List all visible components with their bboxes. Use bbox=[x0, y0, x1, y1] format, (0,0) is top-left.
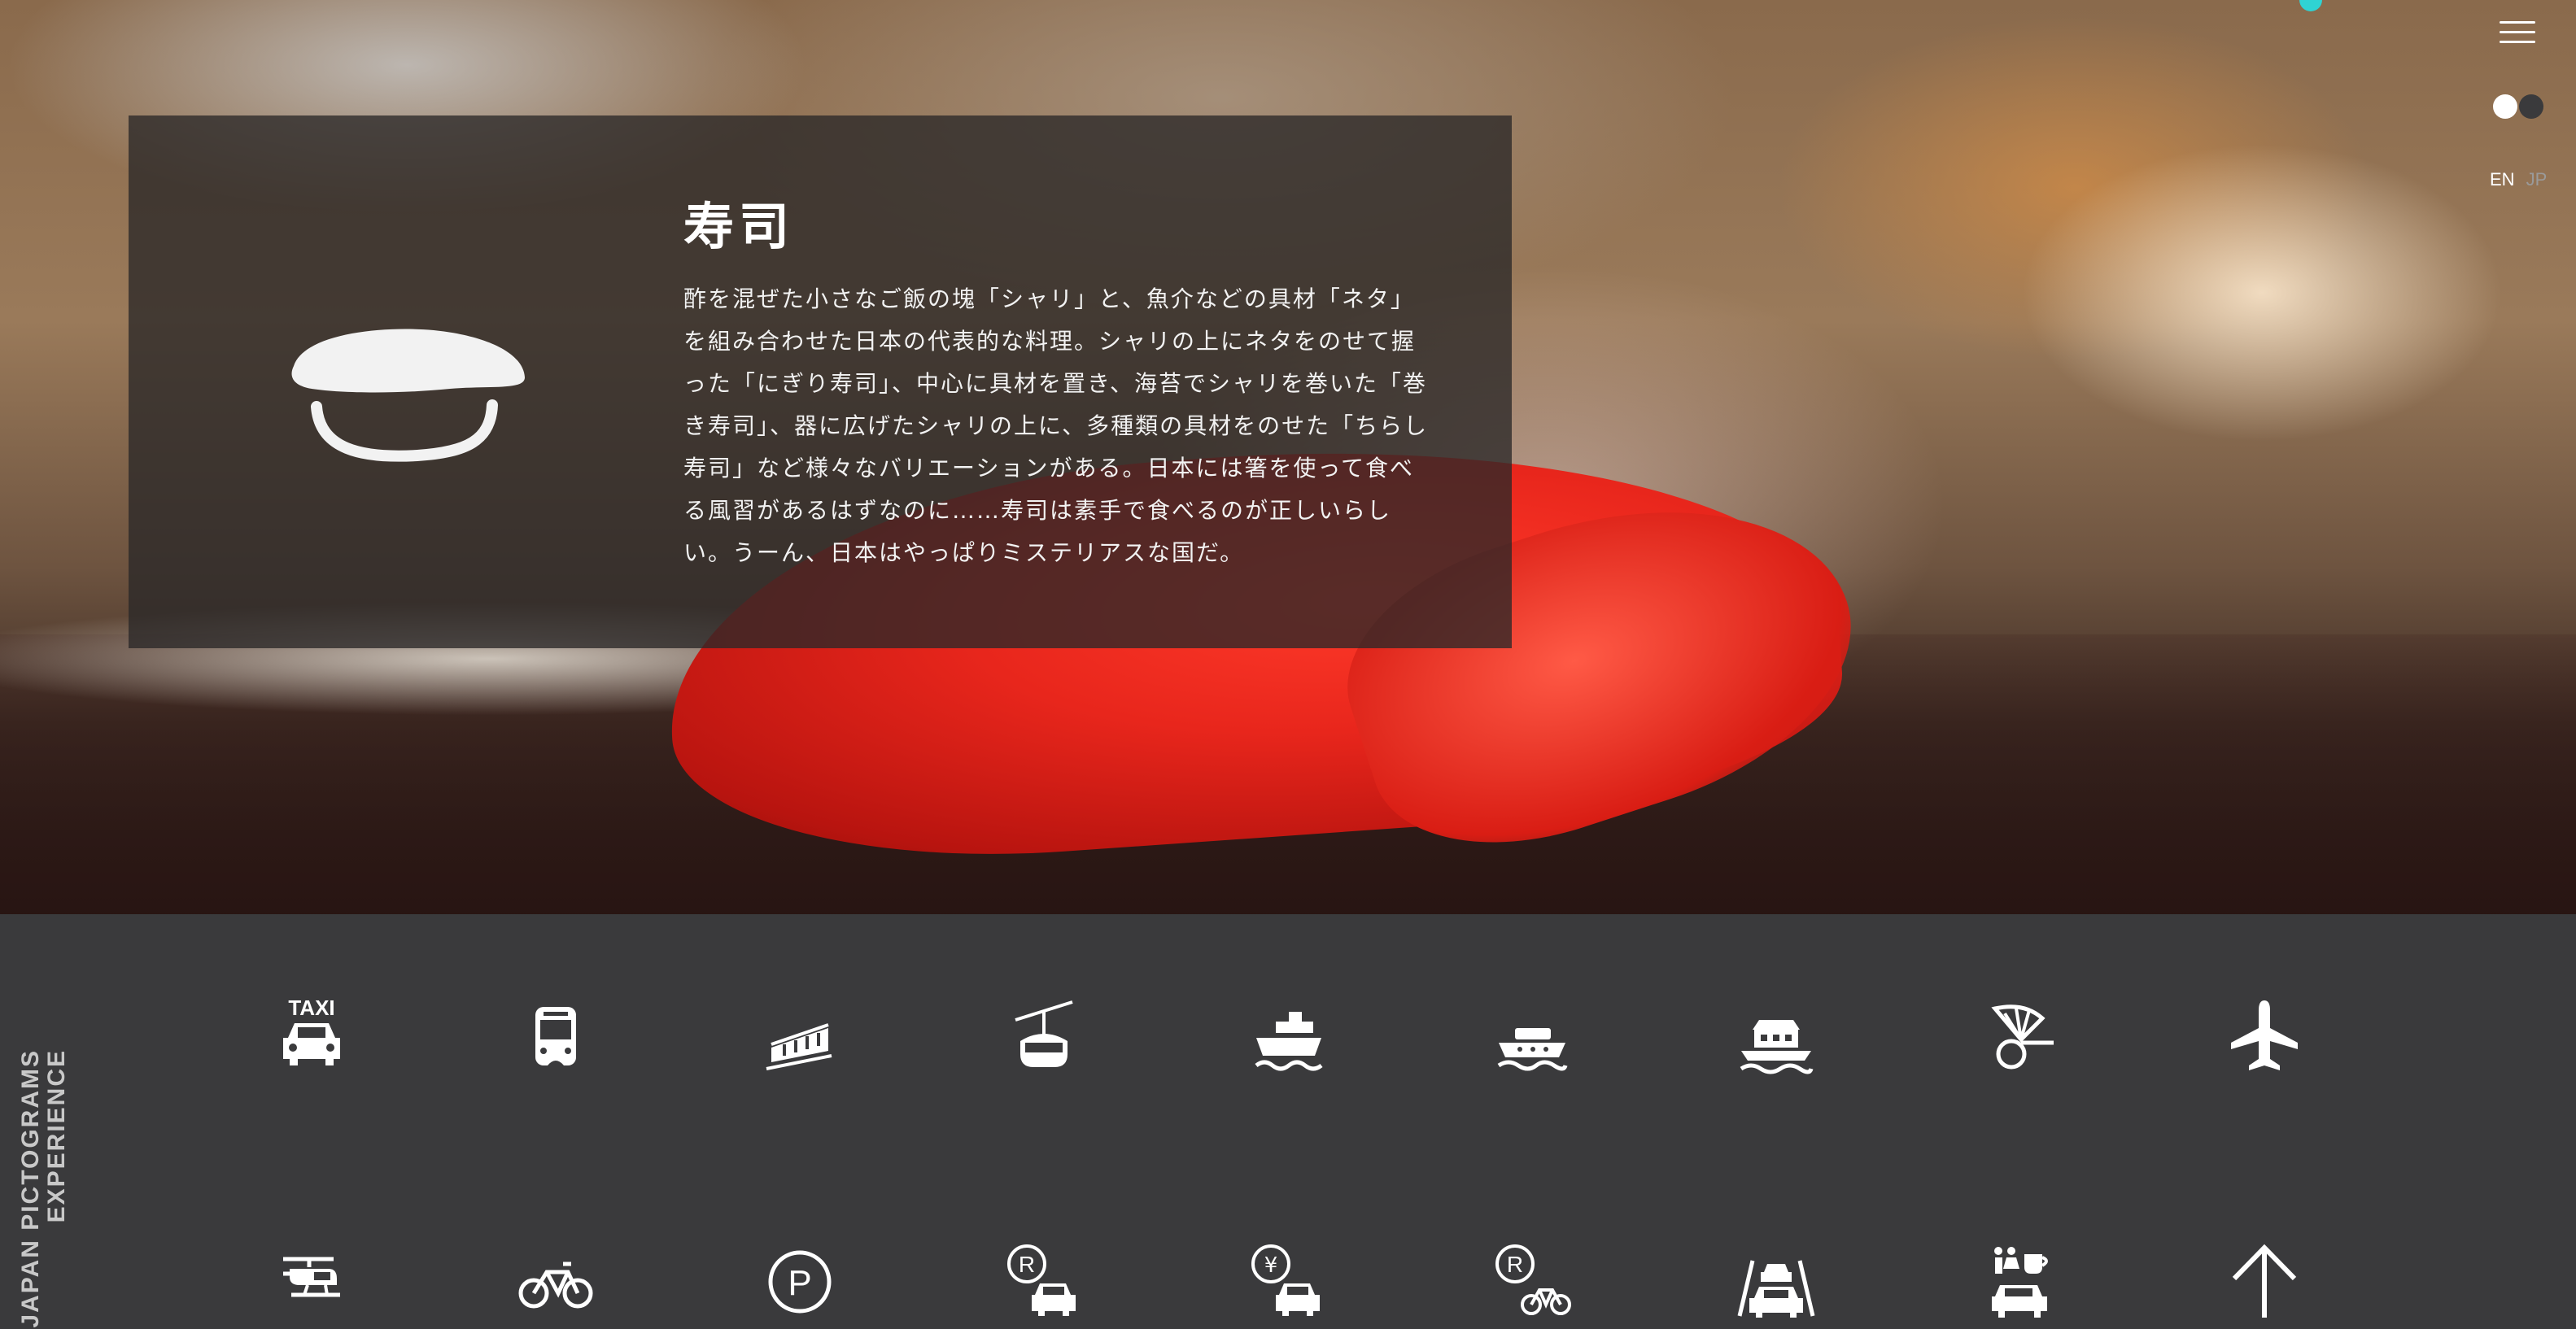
parking-icon[interactable]: P bbox=[755, 1236, 845, 1326]
boat-icon[interactable] bbox=[1487, 991, 1577, 1080]
helicopter-icon[interactable] bbox=[267, 1236, 356, 1326]
car-rental-icon[interactable]: R bbox=[999, 1236, 1089, 1326]
up-arrow-icon[interactable] bbox=[2220, 1236, 2309, 1326]
bus-icon[interactable] bbox=[511, 991, 600, 1080]
bicycle-icon[interactable] bbox=[511, 1236, 600, 1326]
road-car-icon[interactable] bbox=[1731, 1236, 1821, 1326]
dark-theme-dot[interactable] bbox=[2519, 94, 2543, 119]
cable-car-icon[interactable] bbox=[755, 991, 845, 1080]
info-card: 寿司 酢を混ぜた小さなご飯の塊「シャリ」と、魚介などの具材「ネタ」を組み合わせた… bbox=[129, 115, 1512, 648]
article-description: 酢を混ぜた小さなご飯の塊「シャリ」と、魚介などの具材「ネタ」を組み合わせた日本の… bbox=[683, 285, 1429, 566]
rickshaw-icon[interactable] bbox=[1976, 991, 2065, 1080]
parking-label: P bbox=[788, 1263, 811, 1303]
article-title: 寿司 bbox=[683, 197, 795, 256]
light-theme-dot[interactable] bbox=[2493, 94, 2517, 119]
houseboat-icon[interactable] bbox=[1731, 991, 1821, 1080]
taxi-label: TAXI bbox=[288, 996, 334, 1020]
lang-en-link[interactable]: EN bbox=[2490, 169, 2515, 190]
hamburger-menu-icon[interactable] bbox=[2500, 21, 2535, 46]
airplane-icon[interactable] bbox=[2220, 991, 2309, 1080]
bicycle-rental-label: R bbox=[1507, 1252, 1523, 1277]
site-title-line2: JAPAN PICTOGRAMS bbox=[17, 1049, 44, 1328]
ropeway-icon[interactable] bbox=[999, 991, 1089, 1080]
lang-jp-link[interactable]: JP bbox=[2526, 169, 2548, 190]
toll-road-label: ¥ bbox=[1264, 1253, 1278, 1278]
toll-road-icon[interactable]: ¥ bbox=[1243, 1236, 1333, 1326]
language-switcher: EN JP bbox=[2490, 169, 2558, 190]
site-title-line1: EXPERIENCE bbox=[43, 1049, 70, 1223]
service-area-icon[interactable] bbox=[1976, 1236, 2065, 1326]
ferry-icon[interactable] bbox=[1243, 991, 1333, 1080]
taxi-icon[interactable]: TAXI bbox=[267, 991, 356, 1080]
theme-toggle[interactable] bbox=[2493, 94, 2545, 119]
site-title[interactable]: EXPERIENCE JAPAN PICTOGRAMS bbox=[16, 1049, 73, 1328]
sushi-icon bbox=[287, 319, 531, 465]
bicycle-rental-icon[interactable]: R bbox=[1487, 1236, 1577, 1326]
car-rental-label: R bbox=[1019, 1252, 1035, 1277]
